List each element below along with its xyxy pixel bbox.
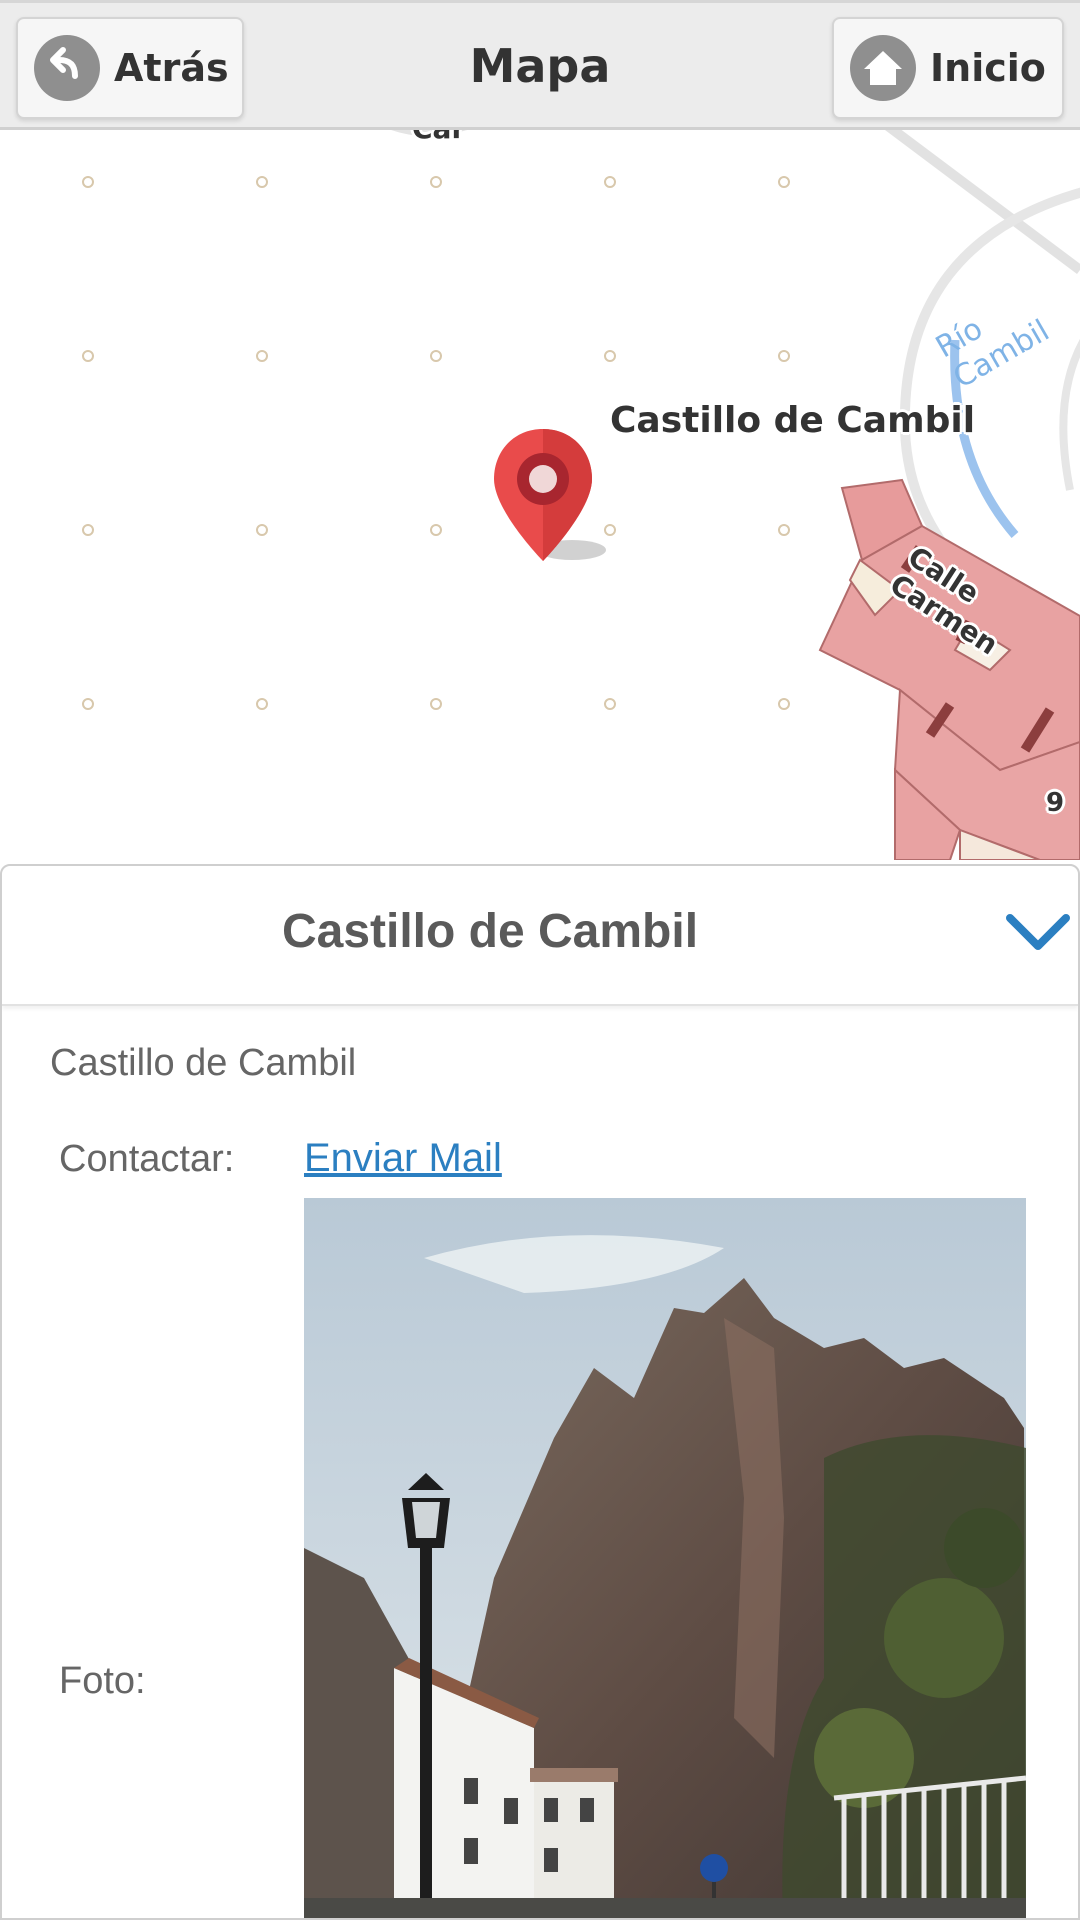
panel-header[interactable]: Castillo de Cambil bbox=[2, 866, 1078, 1006]
home-button[interactable]: Inicio bbox=[832, 17, 1064, 119]
building-number-label: 9 bbox=[1046, 788, 1065, 818]
home-button-label: Inicio bbox=[930, 46, 1046, 90]
place-label: Castillo de Cambil bbox=[610, 400, 976, 441]
send-mail-link[interactable]: Enviar Mail bbox=[304, 1136, 502, 1181]
home-icon bbox=[850, 35, 916, 101]
top-bar: Atrás Mapa Inicio bbox=[0, 0, 1080, 130]
map-view[interactable]: Car Castillo de Cambil Calle Carmen Río … bbox=[0, 130, 1080, 860]
photo-label: Foto: bbox=[59, 1660, 146, 1702]
buildings bbox=[818, 478, 1080, 860]
place-subtitle: Castillo de Cambil bbox=[50, 1042, 357, 1084]
chevron-down-icon[interactable] bbox=[1004, 910, 1072, 960]
place-photo[interactable] bbox=[304, 1198, 1026, 1918]
partial-street-label: Car bbox=[412, 130, 465, 145]
contact-label: Contactar: bbox=[59, 1138, 235, 1180]
place-info-panel: Castillo de Cambil Castillo de Cambil Co… bbox=[0, 864, 1080, 1920]
panel-title: Castillo de Cambil bbox=[281, 905, 699, 958]
